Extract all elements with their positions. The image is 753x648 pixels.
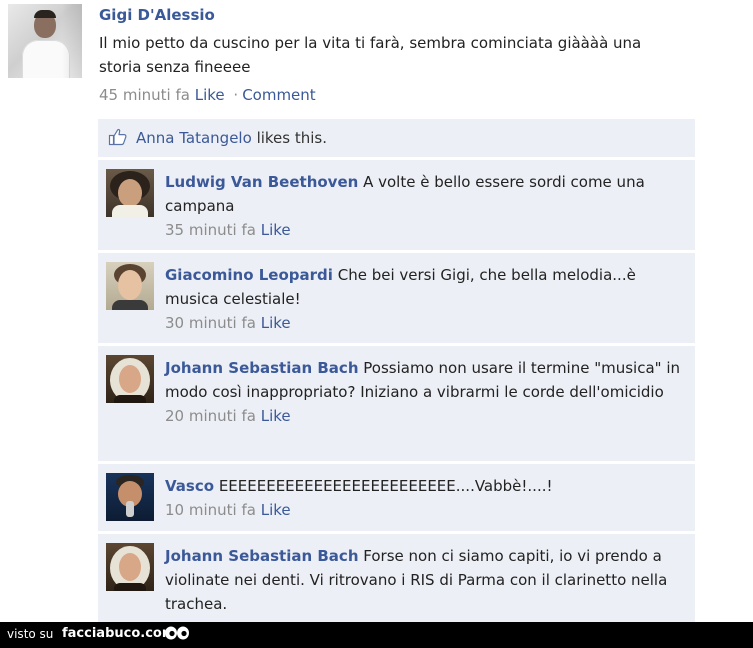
comment-item: Giacomino Leopardi Che bei versi Gigi, c… [98,253,695,343]
comment-text: EEEEEEEEEEEEEEEEEEEEEEEEE....Vabbè!....! [218,477,553,495]
avatar-shadow [62,4,82,78]
eyes-icon [165,626,189,640]
comment-timestamp: 30 minuti fa [165,314,256,332]
commenter-avatar[interactable] [106,262,154,310]
avatar-face [118,179,142,207]
comment-author-link[interactable]: Ludwig Van Beethoven [165,173,358,191]
avatar-collar [112,205,148,217]
avatar-coat [112,300,148,310]
avatar-face [118,270,142,300]
comment-item: Vasco EEEEEEEEEEEEEEEEEEEEEEEEE....Vabbè… [98,464,695,531]
comment-item: Johann Sebastian Bach Possiamo non usare… [98,346,695,461]
commenter-avatar[interactable] [106,169,154,217]
avatar-coat [114,395,146,403]
comment-meta: 30 minuti fa Like [165,311,680,335]
comment-like-link[interactable]: Like [261,314,291,332]
post: Gigi D'Alessio Il mio petto da cuscino p… [0,0,753,110]
avatar-coat [114,583,146,591]
comment-like-link[interactable]: Like [261,407,291,425]
comment-body: Giacomino Leopardi Che bei versi Gigi, c… [165,263,680,335]
post-comment-link[interactable]: Comment [242,86,316,104]
comment-body: Vasco EEEEEEEEEEEEEEEEEEEEEEEEE....Vabbè… [165,474,680,522]
comment-timestamp: 20 minuti fa [165,407,256,425]
likes-text: Anna Tatangelo likes this. [136,129,327,147]
commenter-avatar[interactable] [106,543,154,591]
avatar-figure-hair [34,10,56,18]
post-meta-separator: · [233,86,239,104]
comment-item: Ludwig Van Beethoven A volte è bello ess… [98,160,695,250]
post-like-link[interactable]: Like [195,86,225,104]
comment-author-link[interactable]: Vasco [165,477,214,495]
likes-suffix: likes this. [256,129,327,147]
avatar-microphone [126,501,134,517]
avatar-face [119,553,141,581]
comment-meta: 10 minuti fa Like [165,498,680,522]
likes-bar: Anna Tatangelo likes this. [98,119,695,157]
comment-like-link[interactable]: Like [261,501,291,519]
commenter-avatar[interactable] [106,355,154,403]
post-author-name[interactable]: Gigi D'Alessio [99,6,215,24]
post-timestamp: 45 minuti fa [99,86,190,104]
comment-author-link[interactable]: Giacomino Leopardi [165,266,333,284]
thumbs-up-icon [108,128,127,146]
comment-body: Ludwig Van Beethoven A volte è bello ess… [165,170,680,242]
post-meta: 45 minuti fa Like · Comment [99,86,316,104]
commenter-avatar[interactable] [106,473,154,521]
footer-prefix: visto su [7,627,54,641]
comment-body: Johann Sebastian Bach Possiamo non usare… [165,356,680,428]
footer-bar: visto su facciabuco.com [0,622,753,648]
post-text: Il mio petto da cuscino per la vita ti f… [99,34,642,76]
post-author-avatar[interactable] [8,4,82,78]
comment-meta: 20 minuti fa Like [165,404,680,428]
comment-timestamp: 35 minuti fa [165,221,256,239]
liker-name-link[interactable]: Anna Tatangelo [136,129,252,147]
comment-meta: 35 minuti fa Like [165,218,680,242]
avatar-face [119,365,141,393]
comment-author-link[interactable]: Johann Sebastian Bach [165,359,359,377]
comment-author-link[interactable]: Johann Sebastian Bach [165,547,359,565]
comment-item: Johann Sebastian Bach Forse non ci siamo… [98,534,695,622]
comment-timestamp: 10 minuti fa [165,501,256,519]
footer-site-name[interactable]: facciabuco.com [62,626,175,641]
comment-like-link[interactable]: Like [261,221,291,239]
comment-body: Johann Sebastian Bach Forse non ci siamo… [165,544,680,616]
